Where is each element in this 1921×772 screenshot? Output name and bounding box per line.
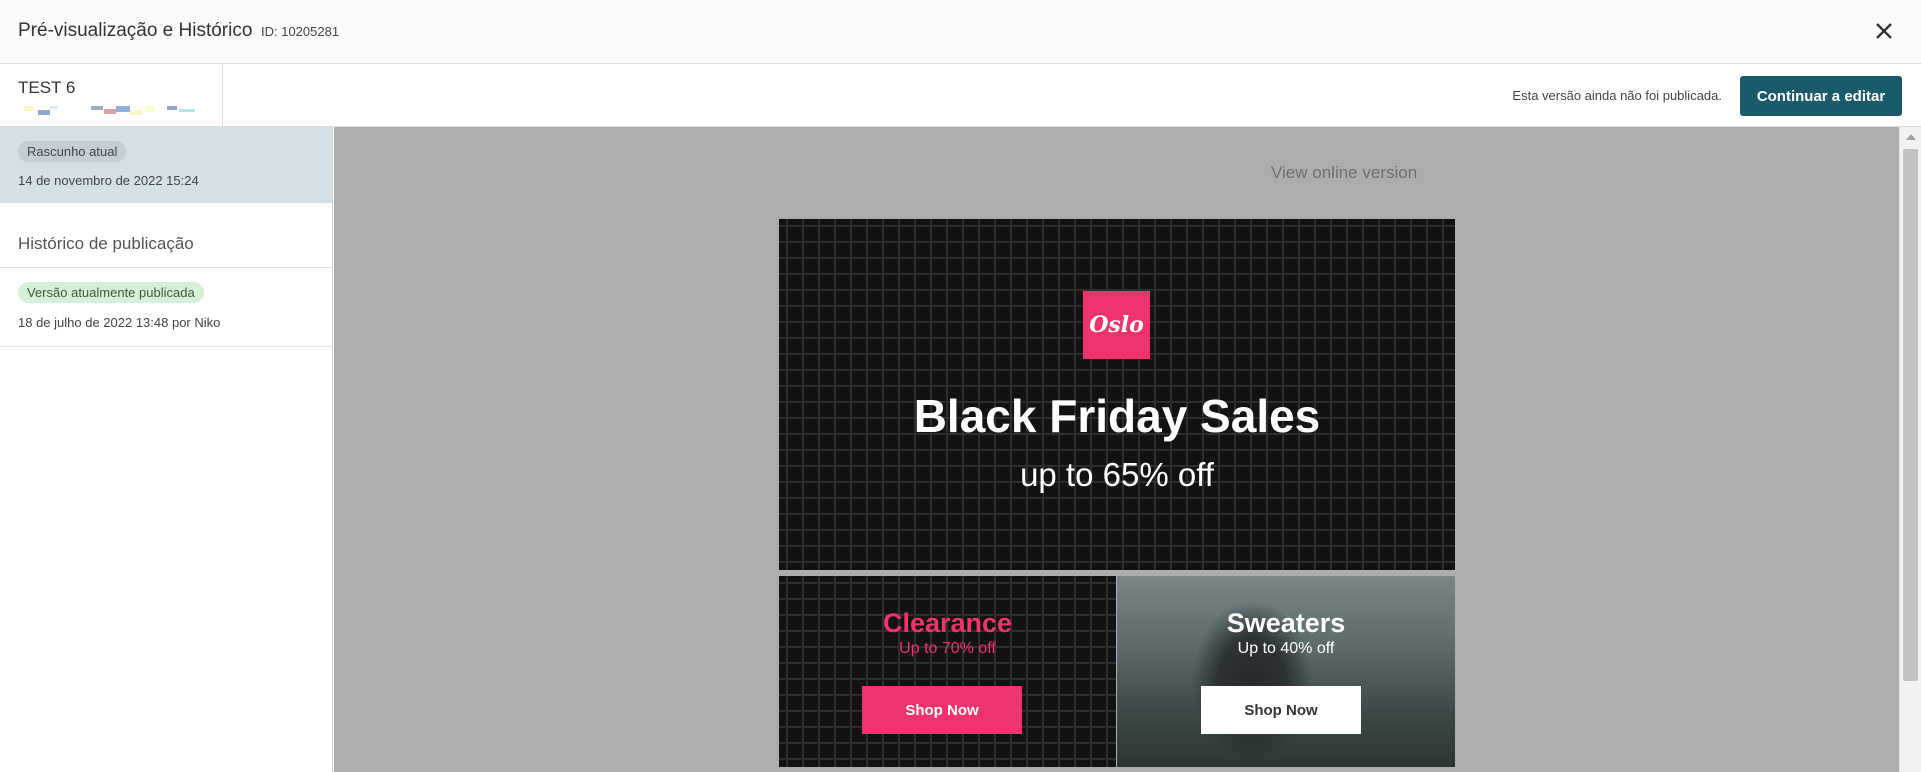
sub-header: TEST 6 Esta versão ainda não foi publica… [0,64,1921,127]
view-online-link[interactable]: View online version [1271,163,1417,183]
email-name-box: TEST 6 [0,64,223,126]
publish-status-text: Esta versão ainda não foi publicada. [1512,88,1722,103]
shop-now-button[interactable]: Shop Now [862,686,1022,734]
shop-now-button[interactable]: Shop Now [1201,686,1361,734]
page-title: Pré-visualização e Histórico [18,20,253,41]
tile-heading: Sweaters [1226,608,1346,638]
campaign-id: ID: 10205281 [261,24,340,39]
logo-text: Oslo [1089,312,1144,338]
tile-offer: Up to 40% off [1237,640,1335,657]
email-name: TEST 6 [18,78,76,97]
brand-logo: Oslo [1083,291,1150,359]
draft-badge: Rascunho atual [18,141,127,162]
top-bar: Pré-visualização e Histórico ID: 1020528… [0,0,1921,64]
sweaters-tile: Sweaters Up to 40% off Shop Now [1117,576,1455,767]
divider [0,267,332,268]
continue-editing-button[interactable]: Continuar a editar [1740,76,1902,116]
scroll-up-arrow-icon[interactable] [1906,134,1916,140]
close-icon[interactable] [1869,16,1899,46]
published-badge: Versão atualmente publicada [18,282,204,303]
tile-offer: Up to 70% off [899,640,996,657]
scrollbar-thumb[interactable] [1903,149,1918,681]
tile-heading: Clearance [882,608,1013,638]
current-draft-item[interactable]: Rascunho atual 14 de novembro de 2022 15… [0,127,332,203]
clearance-tile: Clearance Up to 70% off Shop Now [779,576,1116,767]
hero-title: Black Friday Sales [913,390,1321,442]
thumbnail-strip [24,106,195,115]
hero-banner: Oslo Black Friday Sales up to 65% off [779,219,1455,570]
draft-date: 14 de novembro de 2022 15:24 [18,173,199,188]
hero-subtitle: up to 65% off [1020,456,1214,493]
email-preview-pane: View online version Oslo Black Friday Sa… [334,127,1899,772]
history-sidebar: Rascunho atual 14 de novembro de 2022 15… [0,127,333,772]
divider [0,346,332,347]
preview-scrollbar[interactable] [1899,127,1921,772]
published-date: 18 de julho de 2022 13:48 por Niko [18,315,221,330]
publish-history-heading: Histórico de publicação [18,234,194,253]
